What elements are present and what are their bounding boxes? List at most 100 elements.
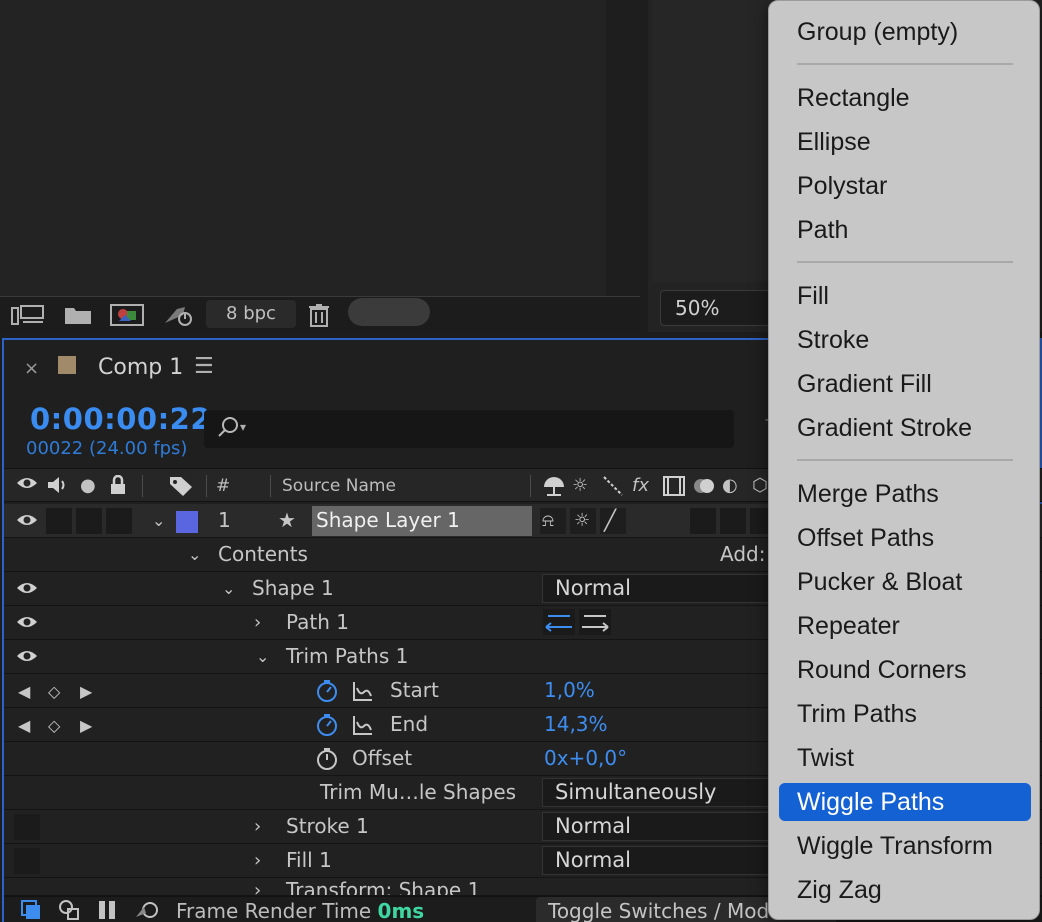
offset-value[interactable]: 0x+0,0° <box>544 742 627 775</box>
source-name-header[interactable]: Source Name <box>282 476 396 496</box>
prev-keyframe-icon[interactable]: ◀ <box>18 682 30 701</box>
layer-name[interactable]: Shape Layer 1 <box>316 504 460 537</box>
layer-label-color[interactable] <box>176 511 198 533</box>
path-direction-reverse-icon[interactable] <box>578 608 612 641</box>
menu-item-twist[interactable]: Twist <box>779 739 1031 777</box>
next-keyframe-icon[interactable]: ▶ <box>80 682 92 701</box>
solo-dot-icon[interactable]: ● <box>80 475 96 496</box>
shy-switch-icon[interactable] <box>542 475 566 502</box>
menu-item-zig-zag[interactable]: Zig Zag <box>779 871 1031 909</box>
menu-item-round-corners[interactable]: Round Corners <box>779 651 1031 689</box>
new-folder-icon[interactable] <box>62 303 94 327</box>
stopwatch-active-icon[interactable] <box>316 713 338 737</box>
transfer-controls-toggle-icon[interactable] <box>58 899 80 922</box>
layer-search-input[interactable]: ▾ <box>204 410 734 448</box>
quality-switch-icon[interactable] <box>602 475 624 502</box>
effects-fx-icon[interactable]: fx <box>632 475 649 496</box>
motion-blur-icon[interactable] <box>692 475 716 502</box>
expand-chevron-icon[interactable]: › <box>254 810 261 843</box>
trim-multiple-dropdown[interactable]: Simultaneously <box>542 778 802 807</box>
menu-item-gradient-fill[interactable]: Gradient Fill <box>779 365 1031 403</box>
menu-separator <box>797 63 1013 65</box>
visibility-eye-icon[interactable] <box>16 648 38 664</box>
blend-mode-dropdown[interactable]: Normal <box>542 846 802 875</box>
frame-render-time: Frame Render Time 0ms <box>176 899 424 922</box>
visibility-switch[interactable] <box>14 848 40 874</box>
menu-item-fill[interactable]: Fill <box>779 277 1031 315</box>
start-value[interactable]: 1,0% <box>544 674 595 707</box>
in-out-toggle-icon[interactable] <box>96 899 118 922</box>
layer-switches-toggle-icon[interactable] <box>20 899 42 922</box>
collapse-switch-icon[interactable]: ☼ <box>572 475 588 496</box>
frame-blend-icon[interactable] <box>662 475 686 502</box>
frame-render-time-label: Frame Render Time <box>176 899 372 922</box>
add-keyframe-icon[interactable]: ◇ <box>48 716 60 735</box>
audio-switch[interactable] <box>46 508 72 534</box>
lock-icon[interactable] <box>108 474 128 500</box>
prev-keyframe-icon[interactable]: ◀ <box>18 716 30 735</box>
shape-layer-star-icon: ★ <box>278 508 296 532</box>
expand-chevron-icon[interactable]: › <box>254 606 261 639</box>
comp-tab-title[interactable]: Comp 1 <box>98 355 183 380</box>
expand-chevron-icon[interactable]: › <box>254 878 261 895</box>
solo-switch[interactable] <box>76 508 102 534</box>
menu-item-stroke[interactable]: Stroke <box>779 321 1031 359</box>
menu-item-rectangle[interactable]: Rectangle <box>779 79 1031 117</box>
expand-chevron-icon[interactable]: › <box>254 844 261 877</box>
menu-item-gradient-stroke[interactable]: Gradient Stroke <box>779 409 1031 447</box>
visibility-eye-icon[interactable] <box>16 614 38 630</box>
current-time-display[interactable]: 0:00:00:22 <box>30 402 211 436</box>
path-direction-icon[interactable] <box>542 608 576 641</box>
render-time-toggle-icon[interactable] <box>134 899 160 922</box>
menu-item-repeater[interactable]: Repeater <box>779 607 1031 645</box>
end-value[interactable]: 14,3% <box>544 708 608 741</box>
visibility-eye-icon[interactable] <box>16 580 38 596</box>
stopwatch-active-icon[interactable] <box>316 679 338 703</box>
visibility-switch[interactable] <box>14 814 40 840</box>
switch-slot[interactable] <box>720 508 746 534</box>
stopwatch-icon[interactable] <box>316 747 338 771</box>
lock-switch[interactable] <box>106 508 132 534</box>
menu-item-path[interactable]: Path <box>779 211 1031 249</box>
audio-speaker-icon[interactable] <box>46 475 72 500</box>
menu-separator <box>797 261 1013 263</box>
comp-color-swatch <box>58 356 76 374</box>
adjustment-layer-icon[interactable]: ◐ <box>722 475 738 496</box>
interpret-footage-icon[interactable] <box>10 303 46 327</box>
menu-item-offset-paths[interactable]: Offset Paths <box>779 519 1031 557</box>
menu-item-wiggle-paths[interactable]: Wiggle Paths <box>779 783 1031 821</box>
menu-item-ellipse[interactable]: Ellipse <box>779 123 1031 161</box>
trim-paths-label: Trim Paths 1 <box>286 644 409 668</box>
menu-item-polystar[interactable]: Polystar <box>779 167 1031 205</box>
trash-icon[interactable] <box>306 303 332 327</box>
graph-editor-icon[interactable] <box>352 714 374 736</box>
expand-chevron-icon[interactable]: ⌄ <box>222 572 235 605</box>
panel-menu-icon[interactable]: ☰ <box>194 354 214 379</box>
menu-item-wiggle-transform[interactable]: Wiggle Transform <box>779 827 1031 865</box>
menu-item-merge-paths[interactable]: Merge Paths <box>779 475 1031 513</box>
3d-layer-icon[interactable]: ⬡ <box>752 475 768 496</box>
blend-mode-dropdown[interactable]: Normal <box>542 812 802 841</box>
label-tag-icon[interactable] <box>168 475 194 502</box>
menu-item-group-empty[interactable]: Group (empty) <box>779 13 1031 51</box>
bit-depth-button[interactable]: 8 bpc <box>206 300 296 328</box>
visibility-eye-icon[interactable] <box>16 512 38 528</box>
next-keyframe-icon[interactable]: ▶ <box>80 716 92 735</box>
add-keyframe-icon[interactable]: ◇ <box>48 682 60 701</box>
thumbnail-size-slider[interactable] <box>348 298 430 326</box>
close-tab-icon[interactable]: × <box>24 358 39 379</box>
switch-slot[interactable] <box>690 508 716 534</box>
expand-chevron-icon[interactable]: ⌄ <box>188 538 201 571</box>
menu-item-trim-paths[interactable]: Trim Paths <box>779 695 1031 733</box>
add-menu-button[interactable]: Add: <box>720 538 765 571</box>
expand-chevron-icon[interactable]: ⌄ <box>256 640 269 673</box>
menu-item-pucker-bloat[interactable]: Pucker & Bloat <box>779 563 1031 601</box>
project-panel-scroll-strip <box>606 0 640 296</box>
expand-chevron-icon[interactable]: ⌄ <box>152 504 165 537</box>
menu-separator <box>797 459 1013 461</box>
video-column-eye-icon[interactable] <box>16 475 38 496</box>
blend-mode-dropdown[interactable]: Normal <box>542 574 802 603</box>
new-composition-icon[interactable] <box>108 303 146 327</box>
graph-editor-icon[interactable] <box>352 680 374 702</box>
render-queue-icon[interactable] <box>160 303 196 327</box>
